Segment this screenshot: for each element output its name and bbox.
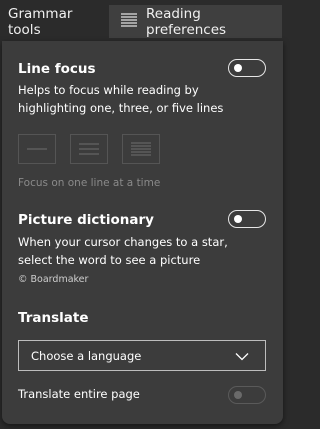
picture-dictionary-description-line1: When your cursor changes to a star, bbox=[18, 235, 228, 249]
tab-reading-label: Reading preferences bbox=[146, 5, 227, 38]
language-select[interactable]: Choose a language bbox=[18, 340, 266, 371]
five-lines-button[interactable] bbox=[122, 134, 160, 164]
one-line-icon bbox=[27, 148, 47, 150]
one-line-button[interactable] bbox=[18, 134, 56, 164]
reading-preferences-panel: Line focus Helps to focus while reading … bbox=[2, 41, 283, 424]
chevron-down-icon bbox=[235, 350, 249, 364]
three-lines-icon bbox=[79, 143, 99, 155]
lines-icon bbox=[121, 12, 137, 31]
line-focus-title: Line focus bbox=[18, 61, 96, 77]
tab-reading-preferences[interactable]: Reading preferences bbox=[109, 5, 282, 38]
translate-title: Translate bbox=[18, 310, 89, 326]
line-focus-description: Helps to focus while reading by highligh… bbox=[18, 81, 223, 117]
translate-entire-page-label: Translate entire page bbox=[18, 387, 140, 401]
toggle-knob bbox=[234, 214, 242, 223]
picture-dictionary-description: When your cursor changes to a star, sele… bbox=[18, 233, 228, 269]
picture-dictionary-description-line2: select the word to see a picture bbox=[18, 253, 201, 267]
line-focus-hint: Focus on one line at a time bbox=[18, 177, 161, 189]
top-bar: Grammar tools Reading preferences bbox=[0, 0, 285, 41]
boardmaker-credit: © Boardmaker bbox=[18, 274, 89, 285]
picture-dictionary-toggle[interactable] bbox=[228, 210, 266, 228]
toggle-knob bbox=[234, 390, 242, 399]
tab-grammar-tools[interactable]: Grammar tools bbox=[0, 5, 108, 38]
line-focus-description-line2: highlighting one, three, or five lines bbox=[18, 101, 224, 115]
three-lines-button[interactable] bbox=[70, 134, 108, 164]
picture-dictionary-title: Picture dictionary bbox=[18, 212, 154, 228]
five-lines-icon bbox=[131, 142, 151, 156]
line-focus-description-line1: Helps to focus while reading by bbox=[18, 83, 199, 97]
line-focus-toggle[interactable] bbox=[228, 59, 266, 77]
toggle-knob bbox=[234, 63, 242, 72]
translate-entire-page-toggle[interactable] bbox=[228, 386, 266, 404]
tab-grammar-label: Grammar tools bbox=[8, 5, 73, 38]
language-select-value: Choose a language bbox=[31, 348, 142, 363]
